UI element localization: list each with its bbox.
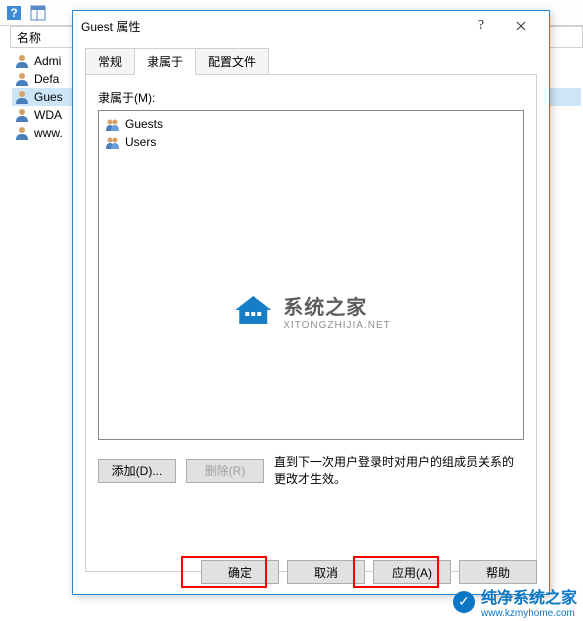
group-icon [105, 116, 121, 132]
user-icon [14, 71, 30, 87]
tab-profile[interactable]: 配置文件 [195, 48, 269, 75]
user-icon [14, 89, 30, 105]
dialog-body: 常规 隶属于 配置文件 隶属于(M): Guests Users 添加(D)..… [73, 41, 549, 584]
membership-change-note: 直到下一次用户登录时对用户的组成员关系的更改才生效。 [274, 454, 524, 488]
memberof-label: 隶属于(M): [98, 89, 524, 106]
toolbar-help-button[interactable]: ? [4, 3, 24, 23]
svg-text:?: ? [10, 6, 17, 20]
dialog-title: Guest 属性 [81, 18, 461, 35]
tab-memberof[interactable]: 隶属于 [134, 48, 196, 75]
close-button[interactable] [501, 11, 541, 41]
user-name: Defa [34, 72, 59, 86]
toolbar-panel-button[interactable] [28, 3, 48, 23]
apply-button[interactable]: 应用(A) [373, 560, 451, 584]
properties-dialog: Guest 属性 ? 常规 隶属于 配置文件 隶属于(M): Guests Us… [72, 10, 550, 595]
user-icon [14, 53, 30, 69]
group-name: Guests [125, 117, 163, 131]
list-item[interactable]: Users [103, 133, 519, 151]
panel-icon [30, 5, 46, 21]
titlebar[interactable]: Guest 属性 ? [73, 11, 549, 41]
group-name: Users [125, 135, 156, 149]
help-button-footer[interactable]: 帮助 [459, 560, 537, 584]
user-name: Gues [34, 90, 63, 104]
close-icon [516, 21, 526, 31]
cancel-button[interactable]: 取消 [287, 560, 365, 584]
user-icon [14, 125, 30, 141]
user-icon [14, 107, 30, 123]
tabstrip: 常规 隶属于 配置文件 [85, 48, 537, 75]
help-button[interactable]: ? [461, 11, 501, 41]
user-name: WDA [34, 108, 62, 122]
tab-panel-memberof: 隶属于(M): Guests Users 添加(D)... 删除(R) 直到下一… [85, 74, 537, 572]
list-item[interactable]: Guests [103, 115, 519, 133]
help-icon: ? [6, 5, 22, 21]
remove-button[interactable]: 删除(R) [186, 459, 264, 483]
row-below-list: 添加(D)... 删除(R) 直到下一次用户登录时对用户的组成员关系的更改才生效… [98, 454, 524, 488]
ok-button[interactable]: 确定 [201, 560, 279, 584]
tab-general[interactable]: 常规 [85, 48, 135, 75]
memberof-listbox[interactable]: Guests Users [98, 110, 524, 440]
user-name: www. [34, 126, 63, 140]
dialog-footer: 确定 取消 应用(A) 帮助 [201, 560, 537, 584]
add-button[interactable]: 添加(D)... [98, 459, 176, 483]
user-name: Admi [34, 54, 61, 68]
group-icon [105, 134, 121, 150]
